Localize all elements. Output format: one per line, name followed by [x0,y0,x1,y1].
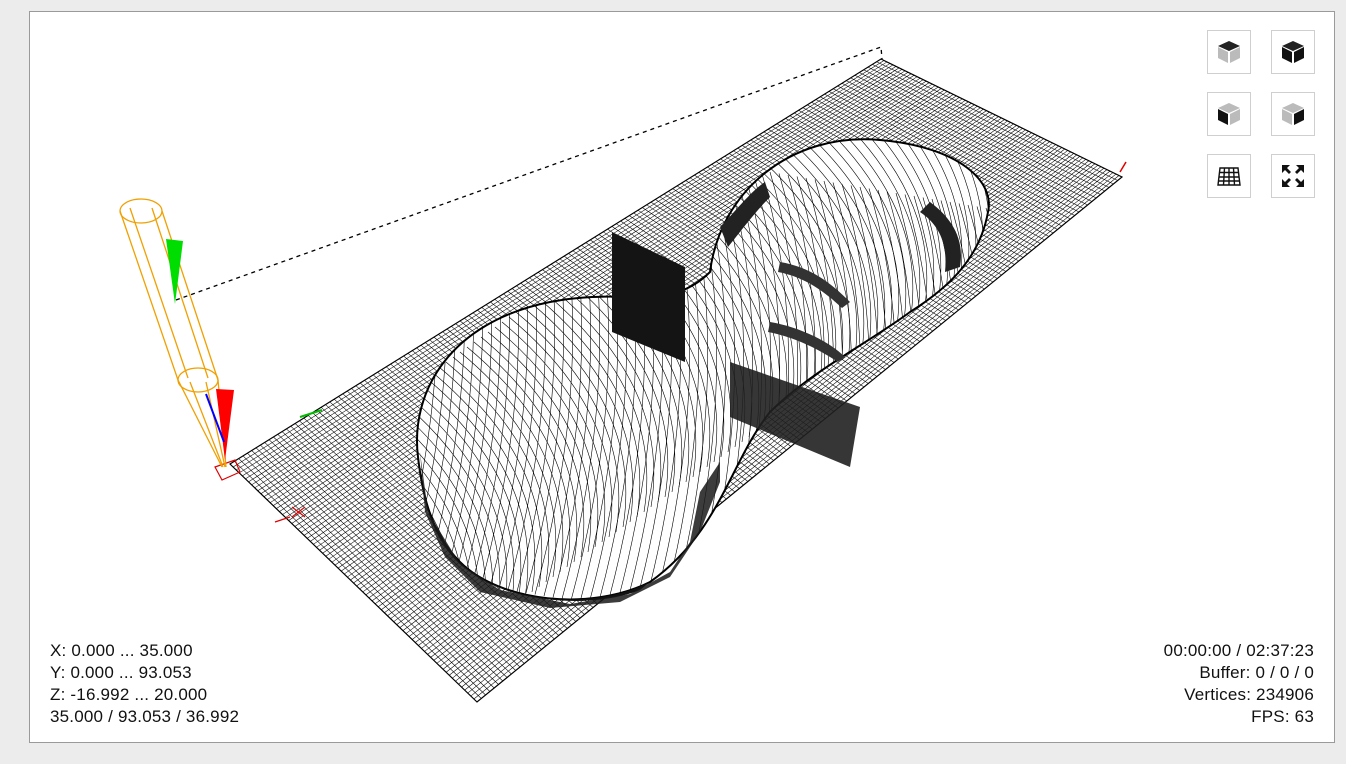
gcode-visualizer-viewport[interactable]: X: 0.000 ... 35.000 Y: 0.000 ... 93.053 … [29,11,1335,743]
z-range-label: Z: -16.992 ... 20.000 [50,685,208,704]
expand-icon [1282,165,1304,187]
view-right-button[interactable] [1271,92,1315,136]
x-range-label: X: 0.000 ... 35.000 [50,641,193,660]
cube-front-icon [1218,41,1240,63]
fit-view-button[interactable] [1271,154,1315,198]
view-isometric-button[interactable] [1207,154,1251,198]
view-left-button[interactable] [1207,92,1251,136]
toolpath-scene[interactable] [30,12,1334,742]
buffer-label: Buffer: 0 / 0 / 0 [1199,663,1314,682]
vertices-label: Vertices: 234906 [1184,685,1314,704]
cube-back-icon [1282,41,1304,63]
view-front-button[interactable] [1207,30,1251,74]
bounds-info-panel: X: 0.000 ... 35.000 Y: 0.000 ... 93.053 … [50,640,239,728]
fps-label: FPS: 63 [1251,707,1314,726]
view-back-button[interactable] [1271,30,1315,74]
tool-axis-indicator [166,239,234,460]
cube-left-icon [1218,103,1240,125]
status-info-panel: 00:00:00 / 02:37:23 Buffer: 0 / 0 / 0 Ve… [1164,640,1314,728]
grid-icon [1217,167,1241,186]
y-range-label: Y: 0.000 ... 93.053 [50,663,192,682]
size-label: 35.000 / 93.053 / 36.992 [50,707,240,726]
cutting-tool [119,198,227,468]
elapsed-time-label: 00:00:00 / 02:37:23 [1163,641,1314,660]
cube-right-icon [1282,103,1304,125]
